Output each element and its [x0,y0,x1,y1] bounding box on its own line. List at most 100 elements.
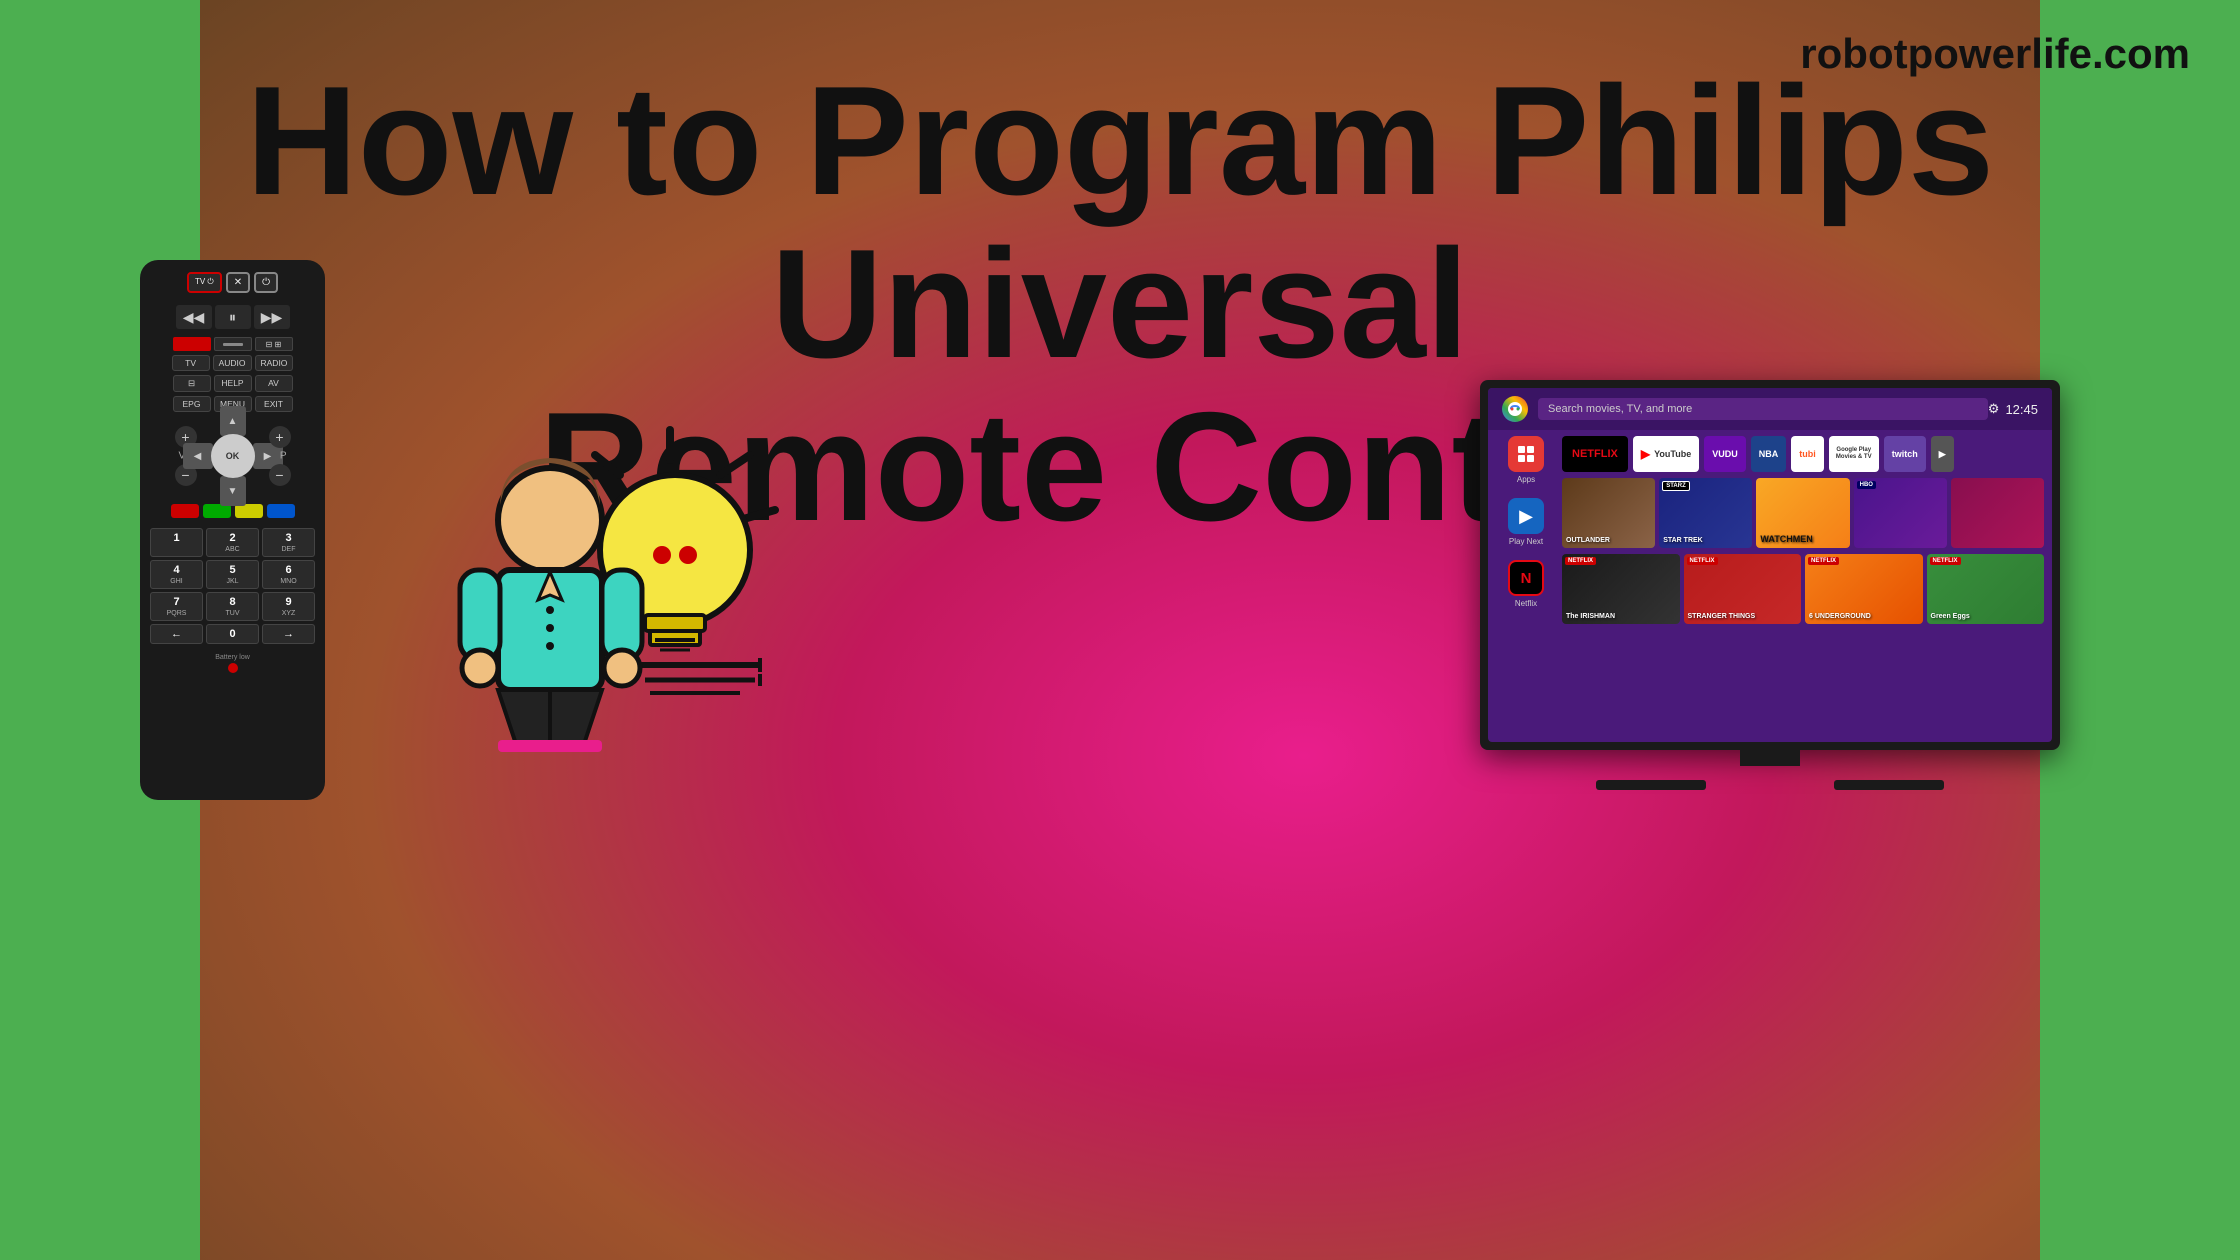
slider-btn[interactable] [214,337,252,351]
dpad-up-btn[interactable]: ▲ [220,406,246,436]
subtitle-btn[interactable]: ⊟ [173,375,211,392]
green-color-btn[interactable] [203,504,231,518]
netflix-sidebar-label: Netflix [1515,599,1537,608]
mystery-thumb[interactable] [1951,478,2044,548]
outlander-thumb[interactable]: OUTLANDER [1562,478,1655,548]
tv-stand-neck [1740,750,1800,766]
rewind-btn[interactable]: ◀◀ [176,305,212,329]
dpad-down-btn[interactable]: ▼ [220,476,246,506]
record-row: ⊟ ⊞ [150,337,315,351]
tv-container: Search movies, TV, and more ⚙ 12:45 [1480,380,2060,790]
tv-sidebar: Apps ▶ Play Next N Netflix [1496,436,1556,624]
remote-transport-row: ◀◀ ⏸ ▶▶ [150,305,315,329]
num-6-btn[interactable]: 6MNO [262,560,315,589]
content-row-1: OUTLANDER STARZ STAR TREK WATCHMEN HBO [1562,478,2044,548]
yellow-color-btn[interactable] [235,504,263,518]
irishman-label: The IRISHMAN [1566,613,1615,620]
greeneggs-thumb[interactable]: NETFLIX Green Eggs [1927,554,2045,624]
illustration [410,380,830,800]
tv-main-content: NETFLIX ▶ YouTube VUDU NBA tubi Google P… [1562,436,2044,624]
pause-btn[interactable]: ⏸ [215,305,251,329]
num-2-btn[interactable]: 2ABC [206,528,259,557]
num-7-btn[interactable]: 7PQRS [150,592,203,621]
tv-stand-base-right [1834,780,1944,790]
play-next-label: Play Next [1509,537,1543,546]
battery-section: Battery low [150,654,315,675]
num-8-btn[interactable]: 8TUV [206,592,259,621]
apps-icon [1508,436,1544,472]
strangerthings-thumb[interactable]: NETFLIX STRANGER THINGS [1684,554,1802,624]
nav-left-btn[interactable]: ← [150,624,203,644]
startrek-thumb[interactable]: STARZ STAR TREK [1659,478,1752,548]
title-line1: How to Program Philips Universal [246,54,1994,390]
nba-app-tile[interactable]: NBA [1751,436,1787,472]
starz-badge: STARZ [1662,481,1690,491]
tv-search-bar[interactable]: Search movies, TV, and more [1538,398,1988,420]
watchmen-thumb[interactable]: WATCHMEN [1756,478,1849,548]
tv-sidebar-apps[interactable]: Apps [1508,436,1544,484]
netflix-badge-st: NETFLIX [1687,557,1718,565]
record-btn[interactable] [173,337,211,351]
audio-btn[interactable]: AUDIO [213,355,252,371]
strangerthings-label: STRANGER THINGS [1688,613,1756,620]
tv-audio-radio-row: TV AUDIO RADIO [150,355,315,371]
outlander-label: OUTLANDER [1566,537,1610,544]
battery-low-indicator [228,663,238,673]
numpad: 1 2ABC 3DEF 4GHI 5JKL 6MNO 7PQRS 8TUV 9X… [150,528,315,644]
dpad-left-btn[interactable]: ◀ [183,443,213,469]
num-5-btn[interactable]: 5JKL [206,560,259,589]
remote-power-btn[interactable]: ⏻ [254,272,278,293]
num-1-btn[interactable]: 1 [150,528,203,557]
battery-label: Battery low [150,654,315,661]
av-btn[interactable]: AV [255,375,293,392]
tubi-app-tile[interactable]: tubi [1791,436,1824,472]
play-next-icon: ▶ [1508,498,1544,534]
tv-sidebar-play-next[interactable]: ▶ Play Next [1508,498,1544,546]
greeneggs-label: Green Eggs [1931,613,1970,620]
ok-btn[interactable]: OK [211,434,255,478]
tv-time-section: ⚙ 12:45 [1988,401,2038,417]
remote-tv-power-btn[interactable]: TV ⏻ [187,272,222,293]
num-0-btn[interactable]: 0 [206,624,259,644]
youtube-app-tile[interactable]: ▶ YouTube [1633,436,1699,472]
red-color-btn[interactable] [171,504,199,518]
blue-color-btn[interactable] [267,504,295,518]
apps-label: Apps [1517,475,1535,484]
vudu-app-tile[interactable]: VUDU [1704,436,1746,472]
hbo-badge: HBO [1857,481,1876,489]
watchmen-label: WATCHMEN [1760,534,1812,544]
hbo-thumb[interactable]: HBO [1854,478,1947,548]
twitch-app-tile[interactable]: twitch [1884,436,1926,472]
netflix-badge-irishman: NETFLIX [1565,557,1596,565]
tv-sidebar-netflix[interactable]: N Netflix [1508,560,1544,608]
help-btn[interactable]: HELP [214,375,252,392]
ch-down-btn[interactable]: − [269,464,291,486]
num-9-btn[interactable]: 9XYZ [262,592,315,621]
num-4-btn[interactable]: 4GHI [150,560,203,589]
netflix-sidebar-icon: N [1508,560,1544,596]
google-play-app-tile[interactable]: Google PlayMovies & TV [1829,436,1879,472]
ch-label: P [280,451,287,462]
google-assistant-icon [1502,396,1528,422]
underground-thumb[interactable]: NETFLIX 6 UNDERGROUND [1805,554,1923,624]
remote-x-btn[interactable]: ✕ [226,272,250,293]
tv-stand-base-left [1596,780,1706,790]
more-apps-tile[interactable]: ▶ [1931,436,1954,472]
tv-clock: 12:45 [2005,402,2038,417]
netflix-badge-ge: NETFLIX [1930,557,1961,565]
dpad-container: + − V ▲ ▼ ◀ ▶ OK + − P [173,416,293,496]
ch-up-btn[interactable]: + [269,426,291,448]
rec-info-btn[interactable]: ⊟ ⊞ [255,337,293,351]
num-3-btn[interactable]: 3DEF [262,528,315,557]
radio-btn[interactable]: RADIO [255,355,294,371]
tv-content-area: Apps ▶ Play Next N Netflix [1488,430,2052,630]
irishman-thumb[interactable]: NETFLIX The IRISHMAN [1562,554,1680,624]
dpad: ▲ ▼ ◀ ▶ OK [183,406,283,506]
remote-top-bar: TV ⏻ ✕ ⏻ [150,272,315,293]
tv-btn[interactable]: TV [172,355,210,371]
netflix-app-tile[interactable]: NETFLIX [1562,436,1628,472]
tv-screen: Search movies, TV, and more ⚙ 12:45 [1488,388,2052,742]
fast-forward-btn[interactable]: ▶▶ [254,305,290,329]
nav-right-btn[interactable]: → [262,624,315,644]
color-buttons-row [150,504,315,518]
